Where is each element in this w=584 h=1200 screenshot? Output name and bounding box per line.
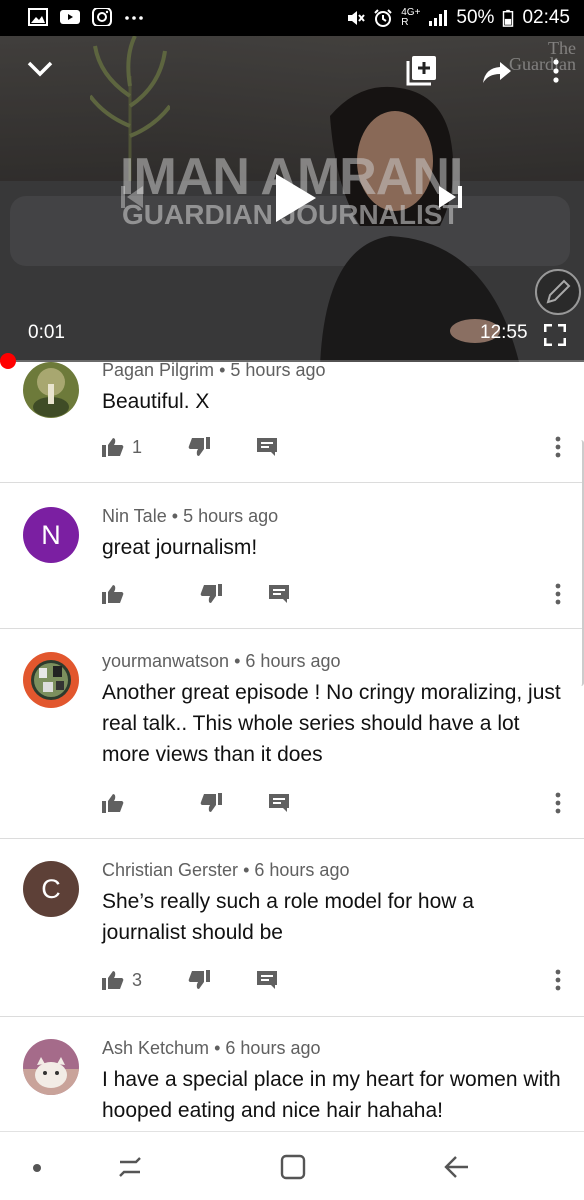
dislike-button[interactable] [188,970,211,990]
comment-author[interactable]: Nin Tale [102,506,167,526]
elapsed-time: 0:01 [28,322,65,343]
comment-text: great journalism! [102,536,258,559]
more-dots-icon [125,16,143,20]
like-count: 1 [132,436,143,457]
comment-actions: 1 [102,435,278,459]
comment-meta: Ash Ketchum • 6 hours ago [102,1038,321,1058]
network-type: 4G+ R [401,7,421,28]
play-icon[interactable] [272,172,318,224]
reply-button[interactable] [268,793,290,813]
edit-fab-icon[interactable] [534,268,582,316]
player-more-icon[interactable] [552,58,560,84]
avatar[interactable] [23,362,79,418]
comment-age: 6 hours ago [254,860,350,880]
comment-text: Beautiful. X [102,390,210,413]
previous-icon[interactable] [120,184,144,210]
battery-icon [503,9,514,27]
add-to-playlist-icon[interactable] [406,54,438,86]
comment-actions: 3 [102,968,278,992]
comment-meta: Nin Tale • 5 hours ago [102,506,279,526]
like-count: 3 [132,969,143,990]
comment-item: C Christian Gerster • 6 hours ago She’s … [0,839,584,1017]
comment-age: 6 hours ago [225,1038,321,1058]
home-icon[interactable] [280,1154,306,1180]
instagram-icon [92,8,112,26]
status-bar: 4G+ R 50% 02:45 [0,0,584,36]
comment-item: Pagan Pilgrim • 5 hours ago Beautiful. X… [0,360,584,483]
comment-author[interactable]: Ash Ketchum [102,1038,209,1058]
like-button[interactable]: 1 [102,437,142,458]
like-button[interactable] [102,793,132,813]
comment-author[interactable]: yourmanwatson [102,651,229,671]
comment-actions [102,582,290,606]
comment-item: Ash Ketchum • 6 hours ago I have a speci… [0,1017,584,1131]
thumb-up-icon [102,438,124,457]
recent-apps-icon[interactable] [116,1154,144,1180]
guardian-watermark: The Guardian [509,38,576,74]
comment-more-icon[interactable] [554,792,562,814]
alarm-icon [374,9,392,27]
fullscreen-icon[interactable] [544,324,566,346]
video-player[interactable]: IMAN AMRANI GUARDIAN JOURNALIST The Guard… [0,36,584,362]
comment-text: I have a special place in my heart for w… [102,1068,561,1122]
comment-more-icon[interactable] [554,583,562,605]
avatar[interactable] [23,652,79,708]
minimize-chevron-icon[interactable] [26,58,54,80]
comment-meta: Pagan Pilgrim • 5 hours ago [102,360,326,380]
clock: 02:45 [522,7,570,28]
comment-age: 6 hours ago [245,651,341,671]
comment-author[interactable]: Christian Gerster [102,860,238,880]
comment-item: N Nin Tale • 5 hours ago great journalis… [0,483,584,629]
gallery-icon [28,8,48,26]
reply-button[interactable] [256,970,278,990]
comment-text: Another great episode ! No cringy morali… [102,681,561,766]
comment-meta: yourmanwatson • 6 hours ago [102,651,341,671]
mute-icon [348,11,366,25]
scrollbar[interactable] [578,440,584,686]
comment-text: She’s really such a role model for how a… [102,890,474,944]
signal-icon [429,10,448,26]
navigation-bar [0,1131,584,1200]
comment-meta: Christian Gerster • 6 hours ago [102,860,350,880]
dislike-button[interactable] [200,793,222,813]
youtube-icon [60,10,80,24]
reply-button[interactable] [268,584,290,604]
like-button[interactable] [102,584,132,604]
duration-time: 12:55 [480,322,528,343]
nav-dot-icon[interactable] [32,1163,42,1173]
next-icon[interactable] [438,184,464,210]
dislike-button[interactable] [200,584,222,604]
like-button[interactable]: 3 [102,970,142,991]
back-icon[interactable] [442,1154,470,1180]
avatar[interactable]: N [23,507,79,563]
comment-age: 5 hours ago [183,506,279,526]
comment-age: 5 hours ago [230,360,326,380]
reply-button[interactable] [256,437,278,457]
comment-author[interactable]: Pagan Pilgrim [102,360,214,380]
comment-more-icon[interactable] [554,436,562,458]
share-icon[interactable] [482,60,512,84]
comment-actions [102,791,290,815]
avatar[interactable]: C [23,861,79,917]
avatar[interactable] [23,1039,79,1095]
thumb-up-icon [102,971,124,990]
comment-more-icon[interactable] [554,969,562,991]
thumb-up-icon [102,794,124,813]
thumb-up-icon [102,585,124,604]
battery-percent: 50% [456,7,495,28]
dislike-button[interactable] [188,437,211,457]
comment-item: yourmanwatson • 6 hours ago Another grea… [0,629,584,839]
